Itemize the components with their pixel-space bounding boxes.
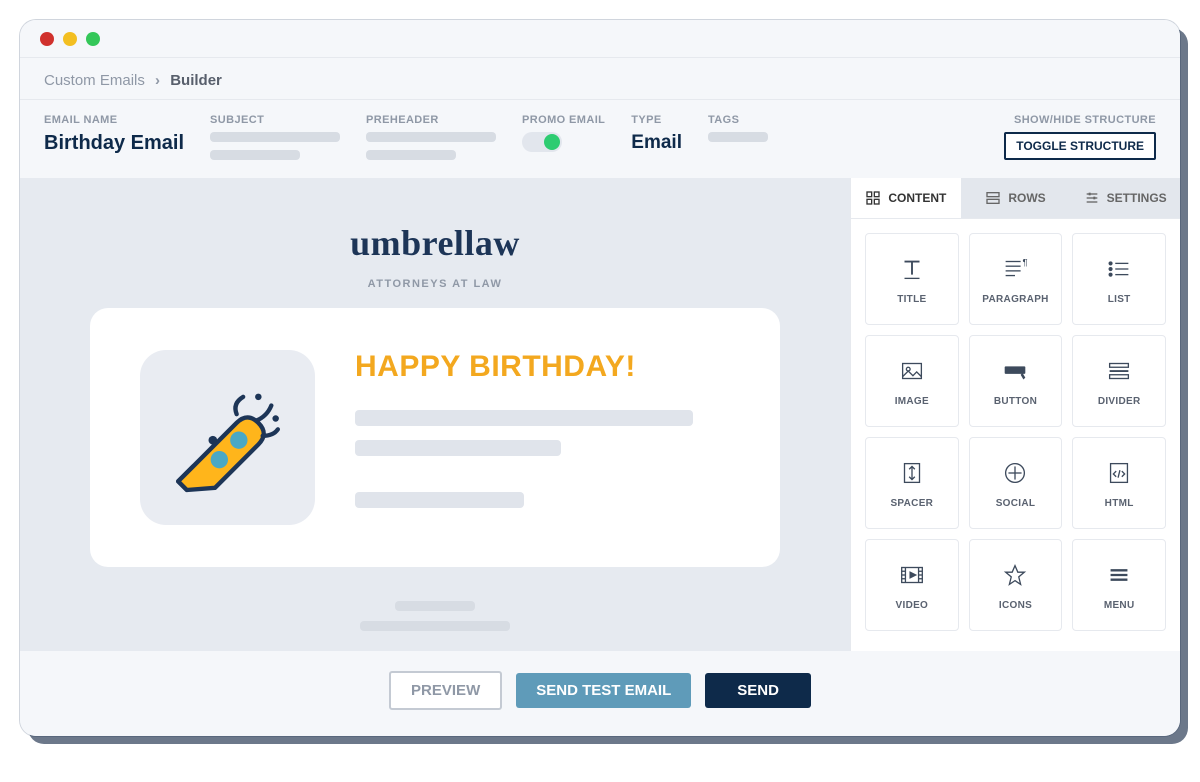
video-icon	[897, 560, 927, 590]
side-panel-tabs: CONTENT ROWS SETTINGS	[851, 178, 1180, 219]
tab-settings-label: SETTINGS	[1107, 191, 1167, 205]
brand-tagline: ATTORNEYS AT LAW	[90, 278, 780, 290]
action-bar: PREVIEW SEND TEST EMAIL SEND	[20, 651, 1180, 736]
send-test-button[interactable]: SEND TEST EMAIL	[516, 673, 691, 708]
subject-label: SUBJECT	[210, 114, 340, 126]
star-icon	[1000, 560, 1030, 590]
block-icons-label: ICONS	[999, 600, 1032, 611]
subject-field[interactable]: SUBJECT	[210, 114, 340, 160]
tab-settings[interactable]: SETTINGS	[1070, 178, 1180, 218]
block-list[interactable]: LIST	[1072, 233, 1166, 325]
tab-content[interactable]: CONTENT	[851, 178, 961, 218]
structure-label: SHOW/HIDE STRUCTURE	[1014, 114, 1156, 126]
type-label: TYPE	[631, 114, 682, 126]
email-canvas[interactable]: umbrellaw ATTORNEYS AT LAW	[20, 178, 850, 651]
window-close-icon[interactable]	[40, 32, 54, 46]
email-name-value[interactable]: Birthday Email	[44, 132, 184, 155]
rows-icon	[985, 190, 1001, 206]
workspace: umbrellaw ATTORNEYS AT LAW	[20, 178, 1180, 651]
block-button-label: BUTTON	[994, 396, 1037, 407]
party-popper-icon	[140, 350, 315, 525]
content-blocks-grid: TITLE ¶ PARAGRAPH LIST IMAGE BUTTON	[851, 219, 1180, 645]
block-image[interactable]: IMAGE	[865, 335, 959, 427]
email-footer-placeholder	[90, 601, 780, 631]
html-icon	[1104, 458, 1134, 488]
block-paragraph-label: PARAGRAPH	[982, 294, 1048, 305]
preheader-label: PREHEADER	[366, 114, 496, 126]
email-card-body: HAPPY BIRTHDAY!	[355, 350, 730, 522]
preheader-field[interactable]: PREHEADER	[366, 114, 496, 160]
paragraph-icon: ¶	[1000, 254, 1030, 284]
block-social-label: SOCIAL	[996, 498, 1036, 509]
block-icons[interactable]: ICONS	[969, 539, 1063, 631]
body-line-placeholder	[355, 410, 693, 426]
type-value: Email	[631, 132, 682, 154]
window-minimize-icon[interactable]	[63, 32, 77, 46]
block-button[interactable]: BUTTON	[969, 335, 1063, 427]
side-panel: CONTENT ROWS SETTINGS TITLE ¶	[850, 178, 1180, 651]
tab-content-label: CONTENT	[888, 191, 946, 205]
toggle-structure-button[interactable]: TOGGLE STRUCTURE	[1004, 132, 1156, 160]
tab-rows-label: ROWS	[1008, 191, 1045, 205]
window-maximize-icon[interactable]	[86, 32, 100, 46]
sliders-icon	[1084, 190, 1100, 206]
block-title-label: TITLE	[897, 294, 926, 305]
structure-toggle-field: SHOW/HIDE STRUCTURE TOGGLE STRUCTURE	[1004, 114, 1156, 160]
list-icon	[1104, 254, 1134, 284]
svg-text:¶: ¶	[1023, 257, 1028, 267]
app-window: Custom Emails › Builder EMAIL NAME Birth…	[20, 20, 1180, 736]
block-divider-label: DIVIDER	[1098, 396, 1141, 407]
email-properties-bar: EMAIL NAME Birthday Email SUBJECT PREHEA…	[20, 100, 1180, 178]
subject-placeholder	[210, 132, 340, 160]
spacer-icon	[897, 458, 927, 488]
block-social[interactable]: SOCIAL	[969, 437, 1063, 529]
type-field: TYPE Email	[631, 114, 682, 154]
breadcrumb-current: Builder	[170, 72, 222, 89]
grid-icon	[865, 190, 881, 206]
block-html[interactable]: HTML	[1072, 437, 1166, 529]
block-html-label: HTML	[1105, 498, 1134, 509]
window-titlebar	[20, 20, 1180, 58]
breadcrumb: Custom Emails › Builder	[20, 58, 1180, 100]
title-icon	[897, 254, 927, 284]
email-name-label: EMAIL NAME	[44, 114, 184, 126]
block-spacer[interactable]: SPACER	[865, 437, 959, 529]
block-title[interactable]: TITLE	[865, 233, 959, 325]
send-button[interactable]: SEND	[705, 673, 811, 708]
promo-email-label: PROMO EMAIL	[522, 114, 605, 126]
promo-email-toggle[interactable]	[522, 132, 562, 152]
body-line-placeholder	[355, 492, 524, 508]
tags-placeholder	[708, 132, 768, 142]
block-video[interactable]: VIDEO	[865, 539, 959, 631]
body-line-placeholder	[355, 440, 561, 456]
block-video-label: VIDEO	[896, 600, 929, 611]
chevron-right-icon: ›	[155, 72, 160, 89]
tab-rows[interactable]: ROWS	[961, 178, 1071, 218]
block-divider[interactable]: DIVIDER	[1072, 335, 1166, 427]
image-icon	[897, 356, 927, 386]
button-icon	[1000, 356, 1030, 386]
block-spacer-label: SPACER	[890, 498, 933, 509]
email-name-field: EMAIL NAME Birthday Email	[44, 114, 184, 155]
block-list-label: LIST	[1108, 294, 1131, 305]
tags-label: TAGS	[708, 114, 768, 126]
divider-icon	[1104, 356, 1134, 386]
email-card[interactable]: HAPPY BIRTHDAY!	[90, 308, 780, 567]
block-menu[interactable]: MENU	[1072, 539, 1166, 631]
menu-icon	[1104, 560, 1134, 590]
tags-field[interactable]: TAGS	[708, 114, 768, 142]
brand-logo: umbrellaw	[90, 198, 780, 278]
block-paragraph[interactable]: ¶ PARAGRAPH	[969, 233, 1063, 325]
promo-email-field: PROMO EMAIL	[522, 114, 605, 152]
block-menu-label: MENU	[1104, 600, 1135, 611]
social-icon	[1000, 458, 1030, 488]
preheader-placeholder	[366, 132, 496, 160]
preview-button[interactable]: PREVIEW	[389, 671, 502, 710]
email-headline[interactable]: HAPPY BIRTHDAY!	[355, 350, 730, 384]
block-image-label: IMAGE	[895, 396, 929, 407]
breadcrumb-root[interactable]: Custom Emails	[44, 72, 145, 89]
